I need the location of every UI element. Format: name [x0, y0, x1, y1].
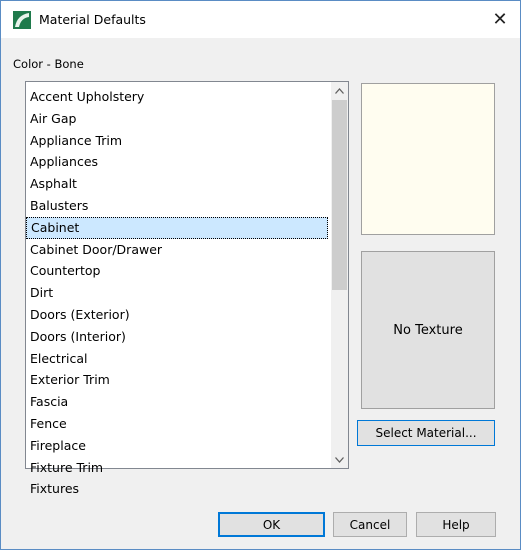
- vertical-scrollbar[interactable]: [331, 82, 348, 468]
- list-item[interactable]: Dirt: [26, 282, 330, 304]
- list-item[interactable]: Appliance Trim: [26, 130, 330, 152]
- ok-button[interactable]: OK: [218, 512, 325, 537]
- list-item[interactable]: Air Gap: [26, 108, 330, 130]
- list-item[interactable]: Fixture Trim: [26, 457, 330, 479]
- scroll-thumb[interactable]: [332, 100, 347, 290]
- app-icon: [13, 11, 31, 29]
- list-item[interactable]: Fixtures: [26, 478, 330, 500]
- material-list-items: Accent Upholstery Air Gap Appliance Trim Ap…: [26, 86, 330, 500]
- color-label: Color - Bone: [13, 57, 84, 71]
- list-item[interactable]: Asphalt: [26, 173, 330, 195]
- dialog-title: Material Defaults: [39, 12, 146, 27]
- material-defaults-dialog: Material Defaults ✕ Color - Bone Accent …: [0, 0, 521, 550]
- list-item[interactable]: Doors (Interior): [26, 326, 330, 348]
- list-item[interactable]: Fireplace: [26, 435, 330, 457]
- list-item[interactable]: Fence: [26, 413, 330, 435]
- list-item[interactable]: Cabinet Door/Drawer: [26, 239, 330, 261]
- material-list[interactable]: Accent Upholstery Air Gap Appliance Trim Ap…: [25, 81, 349, 496]
- help-button[interactable]: Help: [416, 512, 496, 537]
- list-item[interactable]: Fascia: [26, 391, 330, 413]
- cancel-button[interactable]: Cancel: [333, 512, 407, 537]
- select-material-button[interactable]: Select Material...: [357, 420, 495, 446]
- texture-preview: No Texture: [361, 251, 495, 409]
- list-item[interactable]: Doors (Exterior): [26, 304, 330, 326]
- scroll-down-icon[interactable]: [331, 451, 348, 468]
- list-item[interactable]: Appliances: [26, 151, 330, 173]
- title-bar[interactable]: Material Defaults ✕: [1, 1, 520, 38]
- list-item[interactable]: Cabinet: [26, 216, 328, 239]
- list-item[interactable]: Accent Upholstery: [26, 86, 330, 108]
- list-item[interactable]: Balusters: [26, 195, 330, 217]
- list-item[interactable]: Countertop: [26, 260, 330, 282]
- list-item[interactable]: Electrical: [26, 348, 330, 370]
- color-preview: [361, 83, 495, 235]
- list-item[interactable]: Exterior Trim: [26, 369, 330, 391]
- scroll-up-icon[interactable]: [331, 82, 348, 99]
- no-texture-label: No Texture: [393, 322, 463, 338]
- close-icon[interactable]: ✕: [480, 1, 520, 38]
